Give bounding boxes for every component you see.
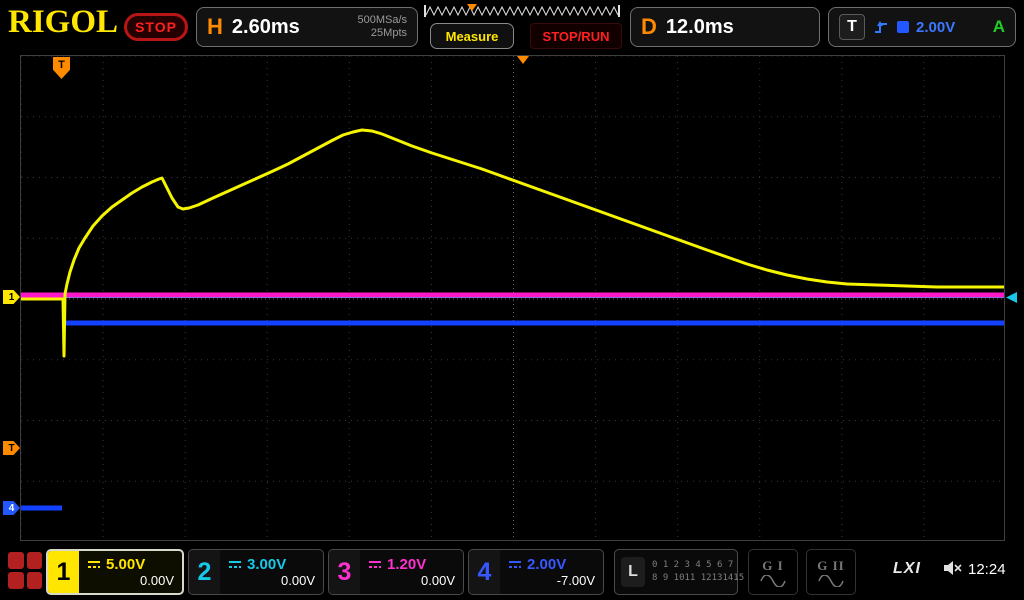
channel-2-box[interactable]: 2 3.00V 0.00V — [188, 549, 324, 595]
sweep-center-marker — [517, 56, 529, 64]
trigger-level-value: 2.00V — [916, 18, 956, 36]
timebase-value: 2.60ms — [231, 15, 300, 38]
clock: 12:24 — [968, 561, 1006, 578]
waveform-display — [20, 55, 1005, 541]
digital-channels-panel[interactable]: L 0 1 2 3 4 5 6 7 8 9 1011 12131415 — [614, 549, 744, 595]
trigger-sweep-mode: A — [992, 17, 1005, 36]
top-status-bar: RIGOL STOP H 2.60ms 500MSa/s 25Mpts Meas… — [0, 0, 1024, 55]
trigger-label: T — [839, 14, 865, 40]
channel-1-number: 1 — [48, 551, 79, 593]
trigger-slope-icon — [875, 21, 887, 33]
delay-value: 12.0ms — [665, 15, 734, 38]
channel-1-box[interactable]: 1 5.00V 0.00V — [46, 549, 184, 595]
dc-coupling-icon — [88, 560, 100, 568]
channel-2-right-marker — [1006, 292, 1017, 303]
rigol-logo: RIGOL — [8, 4, 119, 40]
channel-4-offset: -7.00V — [556, 573, 595, 588]
channel-1-ground-marker[interactable]: 1 — [3, 290, 20, 304]
dc-coupling-icon — [369, 560, 381, 568]
measure-button[interactable]: Measure — [430, 23, 514, 49]
trigger-source-icon — [897, 21, 909, 33]
bottom-status-bar: 1 5.00V 0.00V 2 3.00V 0.00V 3 1.20V 0.00… — [0, 545, 1024, 600]
dc-coupling-icon — [509, 560, 521, 568]
stop-run-button[interactable]: STOP/RUN — [530, 23, 622, 49]
horizontal-panel[interactable]: H 2.60ms 500MSa/s 25Mpts — [196, 7, 418, 47]
digital-row-1: 0 1 2 3 4 5 6 7 — [652, 560, 734, 570]
rigol-menu-icon — [8, 552, 42, 589]
logic-label: L — [621, 557, 645, 587]
generator-2-label: G II — [817, 557, 845, 573]
generator-2-panel[interactable]: G II — [806, 549, 856, 595]
channel-3-number: 3 — [329, 550, 360, 594]
generator-1-label: G I — [762, 557, 784, 573]
sine-wave-icon — [760, 574, 786, 587]
horizontal-label: H — [207, 14, 223, 39]
speaker-muted-icon[interactable] — [942, 559, 964, 577]
channel-3-offset: 0.00V — [421, 573, 455, 588]
digital-row-2: 8 9 1011 12131415 — [652, 573, 745, 583]
delay-panel[interactable]: D 12.0ms — [630, 7, 820, 47]
dc-coupling-icon — [229, 560, 241, 568]
trigger-panel[interactable]: T 2.00V A — [828, 7, 1016, 47]
lxi-logo: LXI — [893, 560, 921, 577]
channel-1-offset: 0.00V — [140, 573, 174, 588]
channel-3-box[interactable]: 3 1.20V 0.00V — [328, 549, 464, 595]
channel-2-number: 2 — [189, 550, 220, 594]
memory-depth: 25Mpts — [370, 27, 407, 39]
generator-1-panel[interactable]: G I — [748, 549, 798, 595]
oscilloscope-screen: RIGOL STOP H 2.60ms 500MSa/s 25Mpts Meas… — [0, 0, 1024, 600]
delay-label: D — [641, 14, 657, 39]
sine-wave-icon — [818, 574, 844, 587]
memory-position-bar[interactable] — [424, 3, 620, 19]
channel-4-box[interactable]: 4 2.00V -7.00V — [468, 549, 604, 595]
sample-rate: 500MSa/s — [357, 14, 407, 26]
channel-2-scale: 3.00V — [247, 556, 287, 573]
channel-4-number: 4 — [469, 550, 500, 594]
run-state-badge: STOP — [124, 13, 188, 41]
channel-4-scale: 2.00V — [527, 556, 567, 573]
trigger-level-marker[interactable]: T — [3, 441, 20, 455]
channel-2-offset: 0.00V — [281, 573, 315, 588]
channel-1-scale: 5.00V — [106, 556, 146, 573]
channel-4-ground-marker[interactable]: 4 — [3, 501, 20, 515]
waveform-plot — [21, 56, 1004, 540]
channel-3-scale: 1.20V — [387, 556, 427, 573]
